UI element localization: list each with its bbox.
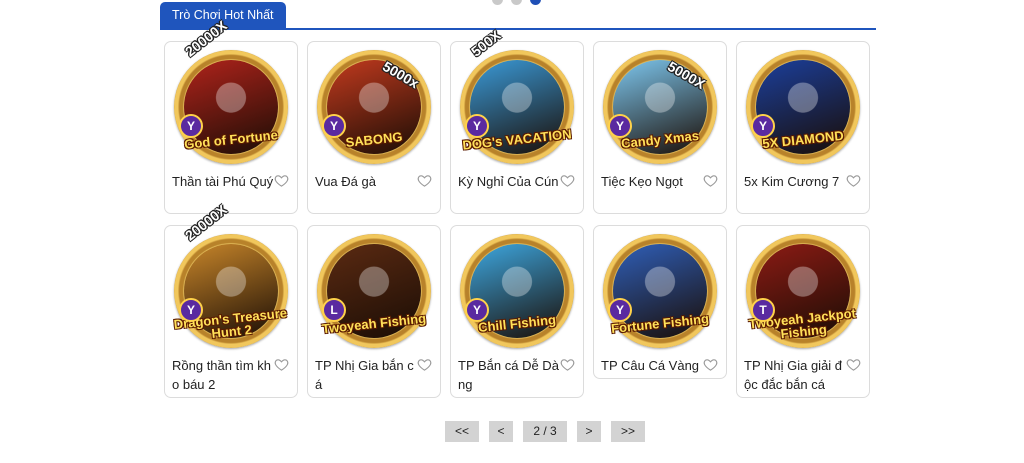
provider-badge: Y bbox=[608, 114, 632, 138]
provider-badge: T bbox=[751, 298, 775, 322]
provider-badge: Y bbox=[179, 298, 203, 322]
provider-badge: Y bbox=[322, 114, 346, 138]
game-card[interactable]: Twoyeah Fishing L TP Nhị Gia bắn cá bbox=[307, 225, 441, 398]
favorite-heart-icon[interactable] bbox=[274, 173, 289, 188]
favorite-heart-icon[interactable] bbox=[274, 357, 289, 372]
first-page-button[interactable]: << bbox=[445, 421, 479, 442]
game-name[interactable]: Kỳ Nghỉ Của Cún bbox=[458, 172, 562, 191]
game-name[interactable]: Rồng thần tìm kho báu 2 bbox=[172, 356, 276, 394]
game-card[interactable]: Twoyeah Jackpot Fishing T TP Nhị Gia giải … bbox=[736, 225, 870, 398]
favorite-heart-icon[interactable] bbox=[417, 357, 432, 372]
game-name[interactable]: 5x Kim Cương 7 bbox=[744, 172, 848, 191]
game-name[interactable]: TP Câu Cá Vàng bbox=[601, 356, 705, 375]
game-card[interactable]: God of Fortune 20000X Y Thần tài Phú Quý bbox=[164, 17, 298, 214]
game-card[interactable]: Dragon's Treasure Hunt 2 20000X Y Rồng thần… bbox=[164, 201, 298, 398]
game-name[interactable]: TP Bắn cá Dễ Dàng bbox=[458, 356, 562, 394]
game-thumbnail[interactable]: Fortune Fishing Y bbox=[603, 234, 717, 348]
next-page-button[interactable]: > bbox=[577, 421, 601, 442]
game-name[interactable]: TP Nhị Gia giải độc đắc bắn cá bbox=[744, 356, 848, 394]
game-card[interactable]: Chill Fishing Y TP Bắn cá Dễ Dàng bbox=[450, 225, 584, 398]
favorite-heart-icon[interactable] bbox=[846, 357, 861, 372]
prev-page-button[interactable]: < bbox=[489, 421, 513, 442]
game-thumbnail[interactable]: SABONG 5000x Y bbox=[317, 50, 431, 164]
page-indicator: 2 / 3 bbox=[523, 421, 567, 442]
game-card[interactable]: SABONG 5000x Y Vua Đá gà bbox=[307, 41, 441, 214]
provider-badge: Y bbox=[608, 298, 632, 322]
section-tab-bar: Trò Chơi Hot Nhất bbox=[160, 0, 876, 30]
last-page-button[interactable]: >> bbox=[611, 421, 645, 442]
provider-badge: Y bbox=[751, 114, 775, 138]
game-card[interactable]: DOG's VACATION 500X Y Kỳ Nghỉ Của Cún bbox=[450, 27, 584, 214]
favorite-heart-icon[interactable] bbox=[703, 173, 718, 188]
provider-badge: Y bbox=[179, 114, 203, 138]
game-thumbnail[interactable]: DOG's VACATION 500X Y bbox=[460, 27, 574, 164]
favorite-heart-icon[interactable] bbox=[703, 357, 718, 372]
game-thumbnail[interactable]: Chill Fishing Y bbox=[460, 234, 574, 348]
favorite-heart-icon[interactable] bbox=[560, 173, 575, 188]
game-name[interactable]: TP Nhị Gia bắn cá bbox=[315, 356, 419, 394]
game-thumbnail[interactable]: Twoyeah Fishing L bbox=[317, 234, 431, 348]
favorite-heart-icon[interactable] bbox=[417, 173, 432, 188]
game-thumbnail[interactable]: Candy Xmas 5000X Y bbox=[603, 50, 717, 164]
game-card[interactable]: Candy Xmas 5000X Y Tiệc Kẹo Ngọt bbox=[593, 41, 727, 214]
game-thumbnail[interactable]: Dragon's Treasure Hunt 2 20000X Y bbox=[173, 201, 288, 348]
provider-badge: Y bbox=[465, 114, 489, 138]
game-card[interactable]: Fortune Fishing Y TP Câu Cá Vàng bbox=[593, 225, 727, 379]
provider-badge: Y bbox=[465, 298, 489, 322]
game-thumbnail[interactable]: 5X DIAMOND Y bbox=[746, 50, 860, 164]
game-thumbnail[interactable]: Twoyeah Jackpot Fishing T bbox=[746, 234, 860, 348]
game-name[interactable]: Thần tài Phú Quý bbox=[172, 172, 276, 191]
favorite-heart-icon[interactable] bbox=[846, 173, 861, 188]
pagination: << < 2 / 3 > >> bbox=[445, 421, 645, 442]
game-thumbnail[interactable]: God of Fortune 20000X Y bbox=[174, 17, 288, 164]
game-name[interactable]: Vua Đá gà bbox=[315, 172, 419, 191]
favorite-heart-icon[interactable] bbox=[560, 357, 575, 372]
game-name[interactable]: Tiệc Kẹo Ngọt bbox=[601, 172, 705, 191]
provider-badge: L bbox=[322, 298, 346, 322]
game-card[interactable]: 5X DIAMOND Y 5x Kim Cương 7 bbox=[736, 41, 870, 214]
game-grid: God of Fortune 20000X Y Thần tài Phú Quý SAB… bbox=[164, 17, 870, 398]
multiplier-label: 500X bbox=[468, 26, 504, 60]
